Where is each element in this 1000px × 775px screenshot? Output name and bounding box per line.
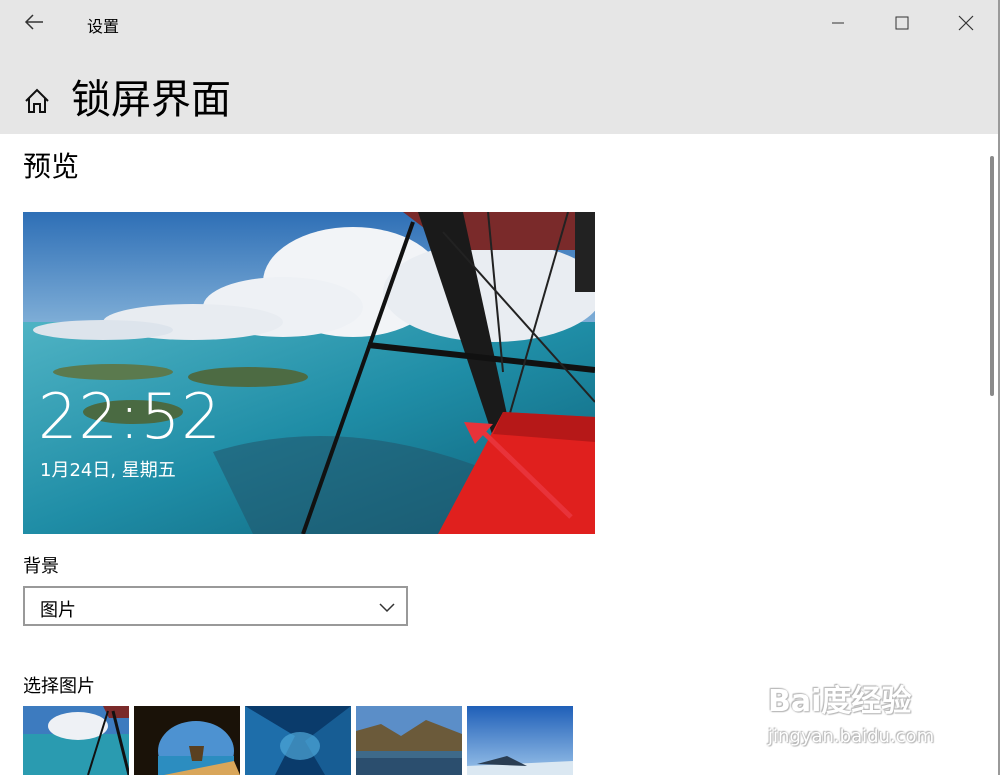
maximize-button[interactable] — [870, 0, 934, 46]
lock-screen-preview: 22:52 1月24日, 星期五 — [23, 212, 595, 534]
close-button[interactable] — [934, 0, 998, 46]
scrollbar-thumb[interactable] — [990, 156, 994, 396]
maximize-icon — [895, 16, 909, 30]
watermark-logo: Bai度经验 — [768, 684, 912, 719]
preview-image — [23, 212, 595, 534]
thumbnail-ice-cave[interactable] — [245, 706, 351, 775]
thumbnail-mountain-lake[interactable] — [356, 706, 462, 775]
lock-screen-time: 22:52 — [38, 380, 222, 453]
thumbnail-cave-beach[interactable] — [134, 706, 240, 775]
baidu-jingyan-watermark: Bai度经验 jingyan.baidu.com — [768, 668, 948, 758]
choose-picture-label: 选择图片 — [23, 676, 95, 697]
settings-window: 设置 锁屏界面 预览 22:52 1月24日, 星期五 背景 图片 选择图片 B… — [0, 0, 1000, 775]
lock-screen-date: 1月24日, 星期五 — [40, 460, 176, 481]
background-label: 背景 — [23, 556, 59, 577]
background-dropdown-value: 图片 — [40, 600, 76, 621]
chevron-down-icon — [379, 603, 395, 613]
background-dropdown[interactable]: 图片 — [23, 586, 408, 626]
thumbnail-blue-sky[interactable] — [467, 706, 573, 775]
app-title: 设置 — [87, 17, 120, 36]
thumbnail-sea-plane[interactable] — [23, 706, 129, 775]
minimize-button[interactable] — [806, 0, 870, 46]
home-icon[interactable] — [22, 86, 52, 116]
back-button[interactable] — [18, 6, 50, 38]
close-icon — [958, 15, 974, 31]
title-bar: 设置 锁屏界面 — [0, 0, 1000, 134]
minimize-icon — [832, 22, 844, 24]
page-title: 锁屏界面 — [71, 77, 231, 123]
back-icon — [24, 14, 43, 30]
watermark-url: jingyan.baidu.com — [768, 726, 935, 747]
preview-heading: 预览 — [23, 150, 80, 183]
